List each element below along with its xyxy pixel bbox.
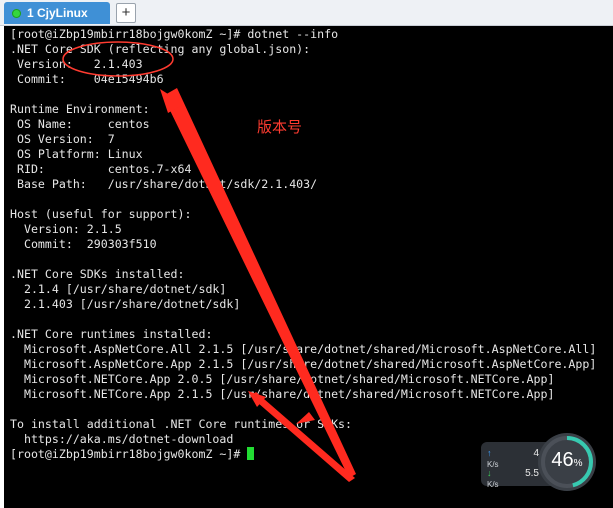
- upload-speed-value: 4: [533, 448, 539, 459]
- version-annotation-label: 版本号: [257, 118, 303, 136]
- terminal-line: [root@iZbp19mbirr18bojgw0komZ ~]# dotnet…: [10, 27, 339, 41]
- terminal-cursor: [247, 447, 255, 460]
- download-speed-value: 5.5: [525, 468, 539, 479]
- network-monitor-widget[interactable]: ↑ 4K/s ↓ 5.5K/s 46%: [481, 432, 601, 492]
- download-speed-unit: K/s: [487, 480, 499, 489]
- terminal-line: Version: 2.1.5: [10, 222, 122, 236]
- terminal-line: Runtime Environment:: [10, 102, 150, 116]
- usage-percent-value: 46: [551, 449, 574, 471]
- terminal-line: .NET Core runtimes installed:: [10, 327, 213, 341]
- terminal-line: Commit: 04e15494b6: [10, 72, 164, 86]
- terminal-line: OS Platform: Linux: [10, 147, 143, 161]
- usage-percent-symbol: %: [573, 458, 583, 469]
- terminal-line: To install additional .NET Core runtimes…: [10, 417, 353, 431]
- add-tab-button[interactable]: +: [116, 3, 136, 23]
- terminal-line: Microsoft.AspNetCore.All 2.1.5 [/usr/sha…: [10, 342, 597, 356]
- download-arrow-icon: ↓: [487, 468, 492, 478]
- terminal-line: Microsoft.NETCore.App 2.1.5 [/usr/share/…: [10, 387, 555, 401]
- terminal-output: [root@iZbp19mbirr18bojgw0komZ ~]# dotnet…: [10, 27, 596, 462]
- terminal-line: .NET Core SDKs installed:: [10, 267, 185, 281]
- terminal-line: OS Name: centos: [10, 117, 150, 131]
- session-tab-label: 1 CjyLinux: [27, 6, 88, 20]
- terminal-line: 2.1.4 [/usr/share/dotnet/sdk]: [10, 282, 227, 296]
- terminal-line: Base Path: /usr/share/dotnet/sdk/2.1.403…: [10, 177, 318, 191]
- session-tab[interactable]: 1 CjyLinux: [4, 2, 110, 24]
- usage-percent-label: 46%: [537, 449, 597, 472]
- terminal-line: Microsoft.NETCore.App 2.0.5 [/usr/share/…: [10, 372, 555, 386]
- terminal-line: OS Version: 7: [10, 132, 115, 146]
- terminal-line: Commit: 290303f510: [10, 237, 157, 251]
- terminal-line: RID: centos.7-x64: [10, 162, 192, 176]
- terminal-prompt: [root@iZbp19mbirr18bojgw0komZ ~]#: [10, 447, 248, 461]
- terminal-line: .NET Core SDK (reflecting any global.jso…: [10, 42, 311, 56]
- terminal-line: 2.1.403 [/usr/share/dotnet/sdk]: [10, 297, 241, 311]
- terminal-line: Version: 2.1.403: [10, 57, 143, 71]
- tab-bar: 1 CjyLinux +: [0, 0, 613, 26]
- upload-arrow-icon: ↑: [487, 448, 492, 458]
- terminal-line: Microsoft.AspNetCore.App 2.1.5 [/usr/sha…: [10, 357, 597, 371]
- connection-status-icon: [12, 8, 21, 18]
- terminal-line: Host (useful for support):: [10, 207, 192, 221]
